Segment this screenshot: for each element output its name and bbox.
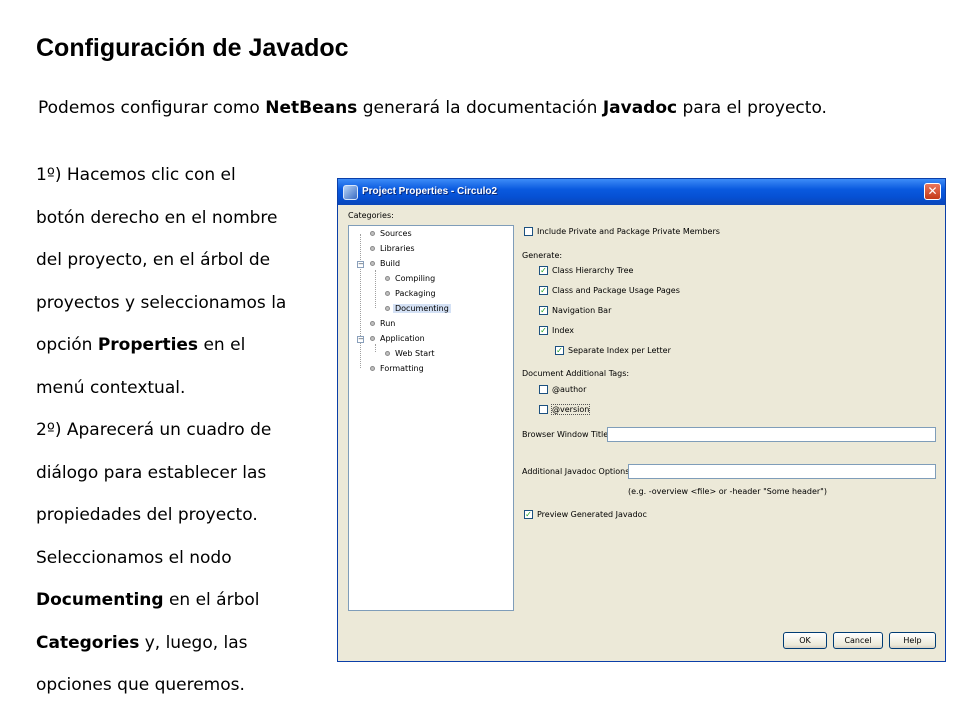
ok-button[interactable]: OK (783, 632, 827, 649)
categories-label: Categories: (348, 211, 394, 220)
tree-item-run[interactable]: Run (380, 319, 395, 328)
tree-guide-line (375, 270, 376, 308)
node-icon (370, 321, 375, 326)
check-icon: ✓ (540, 326, 547, 335)
usage-pages-label: Class and Package Usage Pages (552, 286, 680, 295)
author-label: @author (552, 385, 587, 394)
tree-item-libraries[interactable]: Libraries (380, 244, 415, 253)
preview-checkbox[interactable]: ✓ (524, 510, 533, 519)
tree-guide-line (360, 234, 361, 368)
class-hierarchy-label: Class Hierarchy Tree (552, 266, 634, 275)
node-icon (370, 231, 375, 236)
javadoc-options-input[interactable] (628, 464, 936, 479)
intro-part: Podemos configurar como (38, 98, 266, 118)
javadoc-options-label: Additional Javadoc Options: (522, 467, 633, 476)
categories-tree[interactable]: Sources Libraries − Build Compiling Pack… (348, 225, 514, 611)
step-line: proyectos y seleccionamos la (36, 292, 287, 313)
cancel-button[interactable]: Cancel (833, 632, 883, 649)
intro-part: para el proyecto. (677, 98, 827, 118)
tree-item-web-start[interactable]: Web Start (395, 349, 435, 358)
node-icon (385, 276, 390, 281)
check-icon: ✓ (556, 346, 563, 355)
step-part: en el (198, 335, 246, 355)
navigation-bar-checkbox[interactable]: ✓ (539, 306, 548, 315)
tree-item-application[interactable]: Application (380, 334, 425, 343)
step-part: y, luego, las (139, 632, 248, 653)
slide-title: Configuración de Javadoc (36, 34, 349, 62)
check-icon: ✓ (525, 510, 532, 519)
intro-javadoc: Javadoc (602, 98, 678, 118)
separate-index-checkbox[interactable]: ✓ (555, 346, 564, 355)
usage-pages-checkbox[interactable]: ✓ (539, 286, 548, 295)
dialog-title: Project Properties - Circulo2 (362, 186, 498, 197)
step-line: del proyecto, en el árbol de (36, 250, 271, 270)
step-line: menú contextual. (36, 377, 186, 398)
collapse-icon[interactable]: − (357, 261, 364, 268)
tree-item-packaging[interactable]: Packaging (395, 289, 436, 298)
project-properties-dialog: Project Properties - Circulo2 ✕ Categori… (337, 178, 946, 662)
intro-netbeans: NetBeans (265, 98, 358, 118)
additional-tags-label: Document Additional Tags: (522, 369, 630, 378)
class-hierarchy-checkbox[interactable]: ✓ (539, 266, 548, 275)
intro-text: Podemos configurar como NetBeans generar… (38, 98, 827, 118)
tree-item-sources[interactable]: Sources (380, 229, 412, 238)
step-line: diálogo para establecer las (36, 462, 267, 483)
node-icon (370, 336, 375, 341)
step-bold: Categories (36, 632, 140, 653)
node-icon (385, 306, 390, 311)
include-private-checkbox[interactable] (524, 227, 533, 236)
browser-title-input[interactable] (607, 427, 936, 442)
steps-text: 1º) Hacemos clic con el botón derecho en… (36, 154, 326, 707)
step-line: opción Properties en el (36, 324, 326, 367)
check-icon: ✓ (540, 266, 547, 275)
collapse-icon[interactable]: − (357, 336, 364, 343)
step-line: Categories y, luego, las (36, 622, 326, 665)
version-checkbox[interactable] (539, 405, 548, 414)
intro-part: generará la documentación (357, 98, 603, 118)
version-label: @version (550, 404, 591, 415)
preview-label: Preview Generated Javadoc (537, 510, 647, 519)
check-icon: ✓ (540, 286, 547, 295)
dialog-titlebar[interactable]: Project Properties - Circulo2 ✕ (338, 179, 945, 205)
check-icon: ✓ (540, 306, 547, 315)
node-icon (370, 246, 375, 251)
index-label: Index (552, 326, 575, 335)
generate-label: Generate: (522, 251, 563, 260)
step-line: opciones que queremos. (36, 675, 245, 695)
node-icon (370, 366, 375, 371)
node-icon (370, 261, 375, 266)
step-line: Documenting en el árbol (36, 579, 326, 622)
javadoc-options-hint: (e.g. -overview <file> or -header "Some … (628, 487, 827, 496)
step-bold: Documenting (36, 590, 164, 610)
tree-item-build[interactable]: Build (380, 259, 400, 268)
browser-title-label: Browser Window Title: (522, 430, 611, 439)
step-line: propiedades del proyecto. (36, 505, 258, 525)
index-checkbox[interactable]: ✓ (539, 326, 548, 335)
help-button[interactable]: Help (889, 632, 936, 649)
include-private-label: Include Private and Package Private Memb… (537, 227, 720, 236)
node-icon (385, 291, 390, 296)
step-part: en el árbol (163, 590, 260, 610)
close-icon: ✕ (927, 184, 938, 198)
step-line: 1º) Hacemos clic con el (36, 165, 236, 185)
netbeans-icon (343, 185, 358, 200)
tree-item-formatting[interactable]: Formatting (380, 364, 424, 373)
node-icon (385, 351, 390, 356)
tree-item-documenting[interactable]: Documenting (393, 304, 451, 313)
author-checkbox[interactable] (539, 385, 548, 394)
step-line: 2º) Aparecerá un cuadro de (36, 420, 272, 440)
tree-guide-line (375, 344, 376, 352)
step-line: botón derecho en el nombre (36, 207, 278, 228)
tree-item-compiling[interactable]: Compiling (395, 274, 435, 283)
navigation-bar-label: Navigation Bar (552, 306, 612, 315)
step-part: opción (36, 335, 98, 355)
close-button[interactable]: ✕ (924, 183, 941, 200)
step-bold: Properties (97, 335, 199, 355)
separate-index-label: Separate Index per Letter (568, 346, 671, 355)
step-line: Seleccionamos el nodo (36, 547, 232, 568)
